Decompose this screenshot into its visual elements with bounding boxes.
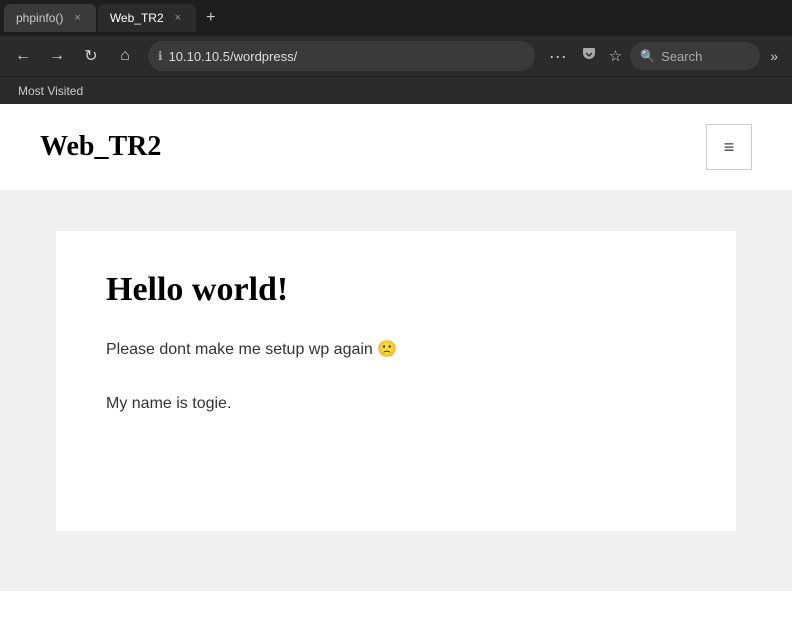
page-main: Hello world! Please dont make me setup w… <box>0 191 792 591</box>
browser-chrome: phpinfo() × Web_TR2 × + ← → ↻ ⌂ ℹ 10.10.… <box>0 0 792 644</box>
search-bar[interactable]: 🔍 Search <box>630 42 760 70</box>
lock-icon: ℹ <box>158 49 163 63</box>
tab-phpinfo[interactable]: phpinfo() × <box>4 4 96 32</box>
tab-web-tr2[interactable]: Web_TR2 × <box>98 4 196 32</box>
pocket-icon[interactable] <box>577 46 601 66</box>
post-secondary: My name is togie. <box>106 391 686 417</box>
hamburger-menu-button[interactable]: ≡ <box>706 124 752 170</box>
tab-phpinfo-close[interactable]: × <box>71 11 83 25</box>
reload-button[interactable]: ↻ <box>76 41 106 71</box>
search-placeholder: Search <box>661 49 702 64</box>
address-bar[interactable]: ℹ 10.10.10.5/wordpress/ <box>148 41 535 71</box>
post-title: Hello world! <box>106 271 686 309</box>
site-title: Web_TR2 <box>40 131 161 163</box>
tab-bar: phpinfo() × Web_TR2 × + <box>0 0 792 36</box>
tab-web-tr2-close[interactable]: × <box>172 11 184 25</box>
new-tab-button[interactable]: + <box>198 4 223 32</box>
page-content: Web_TR2 ≡ Hello world! Please dont make … <box>0 104 792 644</box>
home-button[interactable]: ⌂ <box>110 41 140 71</box>
bookmark-star-icon[interactable]: ☆ <box>605 47 626 65</box>
post-body: Please dont make me setup wp again 🙁 <box>106 337 686 363</box>
site-header: Web_TR2 ≡ <box>0 104 792 191</box>
nav-dots-button[interactable]: ··· <box>543 46 573 67</box>
url-text: 10.10.10.5/wordpress/ <box>169 49 525 64</box>
back-button[interactable]: ← <box>8 41 38 71</box>
tab-phpinfo-label: phpinfo() <box>16 11 63 25</box>
post-card: Hello world! Please dont make me setup w… <box>56 231 736 531</box>
bookmarks-bar: Most Visited <box>0 76 792 104</box>
most-visited-bookmark[interactable]: Most Visited <box>12 81 89 101</box>
nav-bar: ← → ↻ ⌂ ℹ 10.10.10.5/wordpress/ ··· ☆ 🔍 … <box>0 36 792 76</box>
tab-web-tr2-label: Web_TR2 <box>110 11 164 25</box>
search-icon: 🔍 <box>640 49 655 63</box>
forward-button[interactable]: → <box>42 41 72 71</box>
nav-more-button[interactable]: » <box>764 48 784 64</box>
